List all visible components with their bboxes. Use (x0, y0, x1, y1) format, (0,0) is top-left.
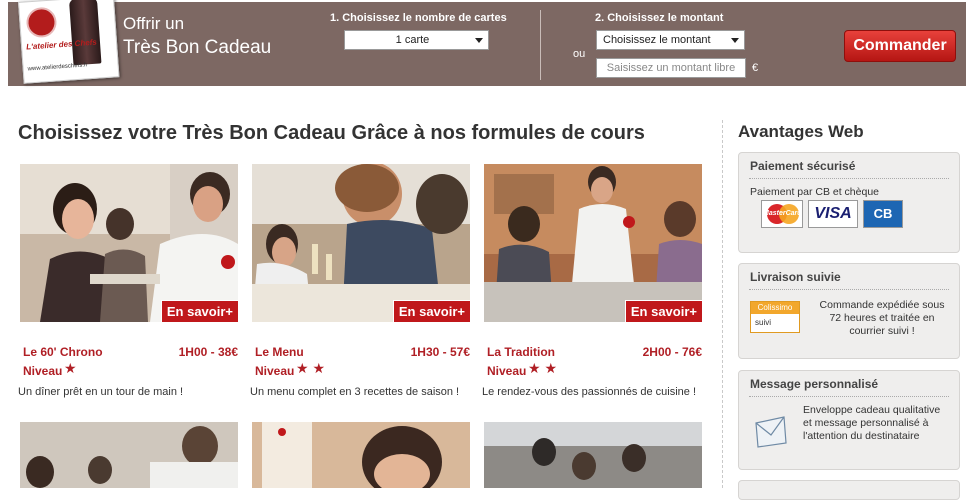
colissimo-icon: Colissimo suivi (750, 301, 800, 333)
amount-select-value: Choisissez le montant (603, 34, 711, 46)
course-price: 2H00 - 76€ (642, 345, 702, 359)
card-count-value: 1 carte (395, 34, 430, 46)
sidebar-title: Avantages Web (738, 122, 864, 141)
payment-text: Paiement par CB et chèque (750, 186, 879, 198)
logo-emblem (25, 6, 58, 39)
course-price: 1H00 - 38€ (178, 345, 238, 359)
more-info-button[interactable]: En savoir+ (392, 300, 470, 322)
visa-icon: VISA (808, 200, 858, 228)
step2-label: 2. Choisissez le montant (595, 12, 724, 24)
message-title: Message personnalisé (750, 377, 879, 391)
free-amount-input[interactable]: Saisissez un montant libre (596, 58, 746, 78)
payment-title: Paiement sécurisé (750, 159, 856, 173)
message-box: Message personnalisé Enveloppe cadeau qu… (738, 370, 960, 470)
divider (749, 289, 949, 290)
chevron-down-icon (475, 38, 483, 43)
course-photo[interactable]: En savoir+ (20, 164, 238, 322)
brand-logo[interactable]: L'atelier des Chefs www.atelierdeschefs.… (18, 0, 120, 84)
divider (749, 396, 949, 397)
logo-bottle-graphic (68, 0, 102, 66)
mastercard-icon: MasterCard (761, 200, 803, 228)
offer-line1: Offrir un (123, 14, 185, 33)
level-stars-icon: ★ (64, 360, 81, 376)
more-advantages-box (738, 480, 960, 500)
card-count-select[interactable]: 1 carte (344, 30, 489, 50)
course-photo[interactable]: En savoir+ (252, 164, 470, 322)
or-label: ou (573, 48, 586, 60)
delivery-text: Commande expédiée sous 72 heures et trai… (819, 299, 945, 337)
header-divider (540, 10, 541, 80)
order-button[interactable]: Commander (844, 30, 956, 62)
course-name[interactable]: Le Menu (255, 345, 304, 359)
divider (749, 178, 949, 179)
delivery-title: Livraison suivie (750, 270, 841, 284)
more-info-button[interactable]: En savoir+ (160, 300, 238, 322)
course-photo[interactable] (20, 422, 238, 488)
level-label: Niveau (23, 364, 63, 378)
level-label: Niveau (487, 364, 527, 378)
level-stars-icon: ★★ (528, 360, 562, 376)
course-photo[interactable]: En savoir+ (484, 164, 702, 322)
logo-url: www.atelierdeschefs.fr (27, 62, 88, 73)
sidebar-divider (722, 120, 723, 488)
payment-box: Paiement sécurisé Paiement par CB et chè… (738, 152, 960, 253)
currency-symbol: € (752, 62, 759, 74)
level-stars-icon: ★★ (296, 360, 330, 376)
course-description: Un dîner prêt en un tour de main ! (18, 386, 184, 398)
offer-heading: Offrir un Très Bon Cadeau (123, 14, 271, 59)
message-text: Enveloppe cadeau qualitative et message … (803, 404, 941, 442)
delivery-box: Livraison suivie Colissimo suivi Command… (738, 263, 960, 359)
page-title: Choisissez votre Très Bon Cadeau Grâce à… (18, 122, 645, 144)
course-name[interactable]: La Tradition (487, 345, 555, 359)
course-photo[interactable] (484, 422, 702, 488)
offer-line2: Très Bon Cadeau (123, 37, 272, 58)
chevron-down-icon (731, 38, 739, 43)
amount-select[interactable]: Choisissez le montant (596, 30, 745, 50)
course-description: Le rendez-vous des passionnés de cuisine… (482, 386, 697, 398)
cb-card-icon: CB (863, 200, 903, 228)
envelope-icon (755, 416, 787, 448)
level-label: Niveau (255, 364, 295, 378)
course-photo[interactable] (252, 422, 470, 488)
more-info-button[interactable]: En savoir+ (624, 300, 702, 322)
step1-label: 1. Choisissez le nombre de cartes (330, 12, 507, 24)
course-price: 1H30 - 57€ (410, 345, 470, 359)
header-bar: L'atelier des Chefs www.atelierdeschefs.… (8, 0, 966, 86)
course-name[interactable]: Le 60' Chrono (23, 345, 103, 359)
course-description: Un menu complet en 3 recettes de saison … (250, 386, 460, 398)
